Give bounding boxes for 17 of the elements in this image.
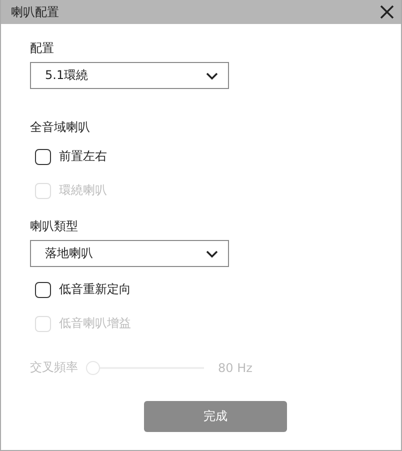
dropdown[interactable]: 5.1環繞: [30, 62, 229, 89]
checkbox-label: 低音喇叭增益: [59, 315, 131, 332]
slider-value: 80 Hz: [218, 360, 252, 374]
field-label: 配置: [30, 40, 55, 57]
dropdown[interactable]: 落地喇叭: [30, 240, 229, 267]
checkbox-label: 低音重新定向: [59, 281, 131, 298]
checkbox-label: 環繞喇叭: [59, 182, 107, 199]
field-label: 喇叭類型: [30, 218, 79, 235]
section-heading: 全音域喇叭: [30, 119, 91, 136]
window-title: 喇叭配置: [11, 4, 59, 20]
chevron-down-icon: [206, 250, 218, 258]
checkbox[interactable]: [35, 282, 51, 298]
close-icon[interactable]: [379, 4, 395, 20]
chevron-down-icon: [206, 72, 218, 80]
checkbox[interactable]: [35, 148, 51, 164]
slider-label: 交叉頻率: [30, 359, 78, 376]
checkbox-label: 前置左右: [59, 148, 107, 165]
